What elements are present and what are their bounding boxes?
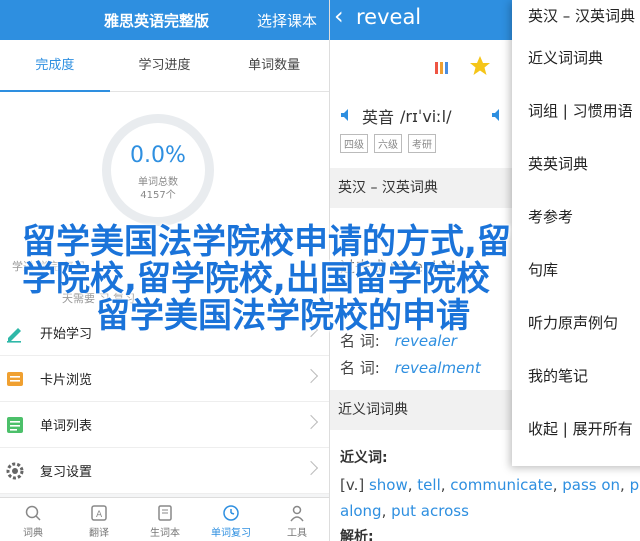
dropdown-item-synonyms[interactable]: 近义词词典 (512, 32, 640, 85)
menu-label: 开始学习 (40, 327, 93, 342)
tab-completion[interactable]: 完成度 (0, 40, 110, 92)
watermark-line-3: 留学美国法学院校的申请 (96, 296, 470, 336)
chevron-right-icon (303, 368, 319, 384)
pron-ipa: /rɪˈviːl/ (400, 106, 452, 126)
back-arrow-icon[interactable]: ‹ (334, 2, 344, 30)
pencil-icon (4, 322, 26, 344)
menu-label: 单词列表 (40, 419, 93, 434)
dropdown-item-notes[interactable]: 我的笔记 (512, 350, 640, 403)
list-icon (4, 414, 26, 436)
menu-label: 复习设置 (40, 465, 93, 480)
dropdown-item-sentences[interactable]: 句库 (512, 244, 640, 297)
left-header: 雅思英语完整版 选择课本 (0, 0, 329, 40)
speaker-us-icon[interactable] (491, 107, 505, 126)
nav-tools[interactable]: 工具 (264, 498, 329, 541)
synonym-link[interactable]: along (340, 502, 382, 520)
tab-progress[interactable]: 学习进度 (110, 40, 220, 91)
nav-notebook[interactable]: 生词本 (132, 498, 198, 541)
pronunciation-uk[interactable]: 英音 /rɪˈviːl/ 美 (340, 104, 527, 128)
synonyms-title: 近义词: (340, 450, 388, 466)
stats-tabs: 完成度 学习进度 单词数量 (0, 40, 329, 92)
nav-word-review[interactable]: 单词复习 (198, 498, 264, 541)
menu-label: 卡片浏览 (40, 373, 93, 388)
tab-word-count[interactable]: 单词数量 (219, 40, 329, 91)
gear-icon (4, 460, 26, 482)
progress-percent: 0.0% (130, 143, 186, 168)
synonym-link[interactable]: p (630, 476, 640, 494)
tag-kaoyan: 考研 (408, 134, 436, 153)
synonyms-line-2: along, put across (340, 502, 469, 520)
synonym-link[interactable]: communicate (450, 476, 552, 494)
tag-cet4: 四级 (340, 134, 368, 153)
notebook-icon (132, 502, 198, 524)
nav-label: 翻译 (89, 528, 109, 539)
progress-count: 4157个 (140, 190, 176, 201)
noun-revealment-row: 名 词: revealment (340, 357, 481, 378)
synonym-link[interactable]: put across (391, 502, 469, 520)
dropdown-item-collapse-expand[interactable]: 收起 | 展开所有 (512, 403, 640, 456)
speaker-icon[interactable] (340, 107, 354, 126)
nav-label: 生词本 (150, 528, 180, 539)
progress-ring: 0.0% 单词总数 4157个 (102, 114, 214, 226)
pos-tag: [v.] (340, 476, 365, 494)
clock-icon (198, 502, 264, 524)
dropdown-item-en-zh[interactable]: 英汉 – 汉英词典 (512, 0, 640, 32)
synonym-link[interactable]: pass on (562, 476, 620, 494)
dropdown-item-en-en[interactable]: 英英词典 (512, 138, 640, 191)
svg-text:A: A (96, 510, 103, 520)
synonym-link[interactable]: show (369, 476, 408, 494)
frequency-bars-icon[interactable] (434, 58, 452, 80)
nav-label: 词典 (23, 528, 43, 539)
analysis-title: 解析: (340, 529, 374, 541)
translate-icon: A (66, 502, 132, 524)
person-icon (264, 502, 329, 524)
dictionary-dropdown-menu: 英汉 – 汉英词典 近义词词典 词组 | 习惯用语 英英词典 考参考 句库 听力… (512, 0, 640, 466)
search-icon (0, 502, 66, 524)
menu-card-browse[interactable]: 卡片浏览 (0, 356, 329, 402)
study-menu: 开始学习 卡片浏览 单词列表 复习设置 (0, 310, 329, 494)
pron-label: 英音 (362, 108, 395, 127)
dropdown-item-phrases[interactable]: 词组 | 习惯用语 (512, 85, 640, 138)
dropdown-item-reference[interactable]: 考参考 (512, 191, 640, 244)
dropdown-item-audio-examples[interactable]: 听力原声例句 (512, 297, 640, 350)
synonyms-line-1: [v.] show, tell, communicate, pass on, p (340, 476, 640, 494)
book-title: 雅思英语完整版 (104, 12, 210, 30)
nav-translate[interactable]: A 翻译 (66, 498, 132, 541)
chevron-right-icon (303, 414, 319, 430)
tag-cet6: 六级 (374, 134, 402, 153)
exam-tags: 四级 六级 考研 (340, 134, 436, 153)
menu-word-list[interactable]: 单词列表 (0, 402, 329, 448)
menu-review-settings[interactable]: 复习设置 (0, 448, 329, 494)
nav-dictionary[interactable]: 词典 (0, 498, 66, 541)
cards-icon (4, 368, 26, 390)
chevron-right-icon (303, 460, 319, 476)
header-word: reveal (356, 5, 422, 29)
noun-revealment-link[interactable]: revealment (395, 359, 481, 377)
nav-label: 工具 (287, 528, 307, 539)
synonym-link[interactable]: tell (417, 476, 440, 494)
noun-label: 名 词: (340, 359, 380, 377)
choose-book-button[interactable]: 选择课本 (257, 10, 317, 31)
nav-label: 单词复习 (211, 528, 251, 539)
star-icon[interactable] (468, 54, 492, 82)
bottom-nav: 词典 A 翻译 生词本 单词复习 工具 (0, 497, 329, 541)
